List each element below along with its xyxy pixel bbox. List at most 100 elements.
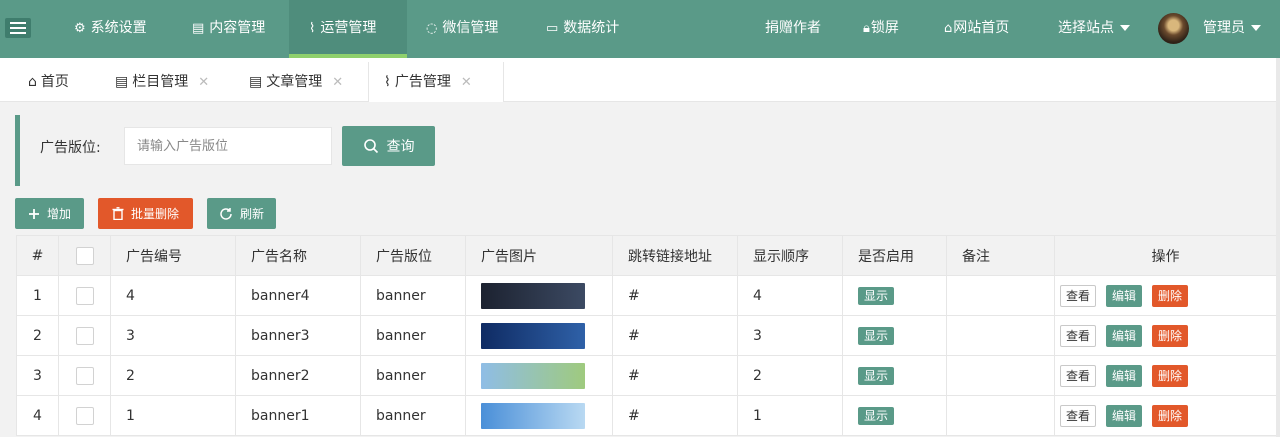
view-button[interactable]: 查看 xyxy=(1060,404,1097,427)
clipboard-icon: ▤ xyxy=(115,74,129,90)
ad-name: banner4 xyxy=(235,275,361,316)
lock-screen-button[interactable]: 🔒︎锁屏 xyxy=(863,0,899,58)
refresh-button[interactable]: 刷新 xyxy=(207,198,276,229)
col-ad-id: 广告编号 xyxy=(110,235,236,276)
site-select-dropdown[interactable]: 选择站点 xyxy=(1058,0,1130,58)
nav-item-content[interactable]: ▤ 内容管理 xyxy=(192,0,265,58)
ad-thumbnail[interactable] xyxy=(481,362,585,389)
row-checkbox-cell[interactable] xyxy=(58,355,111,396)
top-header: ⚙ 系统设置 ▤ 内容管理 ⌇ 运营管理 ◌ 微信管理 ▭ 数据统计 捐赠作者 🔒︎锁屏 … xyxy=(0,0,1280,58)
row-actions: 查看 编辑 删除 xyxy=(1054,275,1277,316)
tab-ad-management[interactable]: ⌇ 广告管理 ✕ xyxy=(368,62,504,102)
table-header-row: # 广告编号 广告名称 广告版位 广告图片 跳转链接地址 显示顺序 是否启用 备… xyxy=(16,235,1277,276)
ad-link: # xyxy=(612,275,738,316)
chart-icon: ▭ xyxy=(546,21,559,36)
nav-item-wechat[interactable]: ◌ 微信管理 xyxy=(426,0,498,58)
plus-icon xyxy=(28,208,39,219)
ad-name: banner3 xyxy=(235,315,361,356)
ad-thumbnail[interactable] xyxy=(481,402,585,429)
ad-image-cell xyxy=(465,275,613,316)
row-checkbox-cell[interactable] xyxy=(58,315,111,356)
ad-image-cell xyxy=(465,395,613,436)
ad-id: 4 xyxy=(110,275,236,316)
clipboard-icon: ▤ xyxy=(249,74,263,90)
ad-position-input[interactable] xyxy=(124,127,332,165)
ad-name: banner1 xyxy=(235,395,361,436)
nav-item-system-settings[interactable]: ⚙ 系统设置 xyxy=(74,0,147,58)
row-checkbox[interactable] xyxy=(75,286,94,305)
caret-down-icon xyxy=(1120,25,1130,31)
status-badge: 显示 xyxy=(858,326,895,345)
add-button[interactable]: 增加 xyxy=(15,198,84,229)
ad-enabled-cell: 显示 xyxy=(842,355,947,396)
menu-toggle-button[interactable] xyxy=(0,0,36,56)
pulse-icon: ⌇ xyxy=(309,21,316,36)
user-menu-dropdown[interactable]: 管理员 xyxy=(1203,0,1261,58)
edit-button[interactable]: 编辑 xyxy=(1106,404,1143,427)
close-icon[interactable]: ✕ xyxy=(198,75,209,90)
caret-down-icon xyxy=(1251,25,1261,31)
col-ad-name: 广告名称 xyxy=(235,235,361,276)
row-checkbox-cell[interactable] xyxy=(58,395,111,436)
trash-icon xyxy=(112,207,124,220)
delete-button[interactable]: 删除 xyxy=(1152,364,1189,387)
table-row: 1 4 banner4 banner # 4 显示 查看 编辑 删除 xyxy=(16,275,1277,316)
row-checkbox[interactable] xyxy=(75,366,94,385)
delete-button[interactable]: 删除 xyxy=(1152,404,1189,427)
delete-button[interactable]: 删除 xyxy=(1152,284,1189,307)
lock-icon: 🔒︎ xyxy=(863,21,870,36)
close-icon[interactable]: ✕ xyxy=(332,75,343,90)
edit-button[interactable]: 编辑 xyxy=(1106,364,1143,387)
nav-item-statistics[interactable]: ▭ 数据统计 xyxy=(546,0,619,58)
home-icon: ⌂ xyxy=(944,21,953,36)
view-button[interactable]: 查看 xyxy=(1060,284,1097,307)
ad-id: 3 xyxy=(110,315,236,356)
avatar[interactable] xyxy=(1158,13,1189,44)
search-icon xyxy=(363,139,378,154)
close-icon[interactable]: ✕ xyxy=(461,75,472,90)
view-button[interactable]: 查看 xyxy=(1060,324,1097,347)
col-link: 跳转链接地址 xyxy=(612,235,738,276)
row-checkbox[interactable] xyxy=(75,406,94,425)
col-actions: 操作 xyxy=(1054,235,1277,276)
page-scrollbar[interactable] xyxy=(1276,58,1280,437)
edit-button[interactable]: 编辑 xyxy=(1106,284,1143,307)
query-button[interactable]: 查询 xyxy=(342,126,435,166)
col-select-all[interactable] xyxy=(58,235,111,276)
ad-position: banner xyxy=(360,395,466,436)
tab-strip: ⌂ 首页 ▤ 栏目管理 ✕ ▤ 文章管理 ✕ ⌇ 广告管理 ✕ xyxy=(0,58,1280,102)
row-actions: 查看 编辑 删除 xyxy=(1054,355,1277,396)
tab-home[interactable]: ⌂ 首页 xyxy=(28,62,69,102)
ad-remark xyxy=(946,395,1055,436)
batch-delete-button[interactable]: 批量删除 xyxy=(98,198,193,229)
document-icon: ▤ xyxy=(192,21,205,36)
site-home-link[interactable]: ⌂网站首页 xyxy=(944,0,1009,58)
ad-id: 1 xyxy=(110,395,236,436)
select-all-checkbox[interactable] xyxy=(75,246,94,265)
ad-thumbnail[interactable] xyxy=(481,282,585,309)
ad-link: # xyxy=(612,315,738,356)
row-checkbox[interactable] xyxy=(75,326,94,345)
ad-enabled-cell: 显示 xyxy=(842,275,947,316)
view-button[interactable]: 查看 xyxy=(1060,364,1097,387)
ad-link: # xyxy=(612,395,738,436)
row-index: 4 xyxy=(16,395,59,436)
row-index: 3 xyxy=(16,355,59,396)
nav-item-operations[interactable]: ⌇ 运营管理 xyxy=(289,0,407,58)
donate-link[interactable]: 捐赠作者 xyxy=(765,0,821,58)
ad-image-cell xyxy=(465,355,613,396)
row-index: 1 xyxy=(16,275,59,316)
tab-article-management[interactable]: ▤ 文章管理 ✕ xyxy=(249,62,343,102)
ad-thumbnail[interactable] xyxy=(481,322,585,349)
row-checkbox-cell[interactable] xyxy=(58,275,111,316)
ad-position: banner xyxy=(360,275,466,316)
delete-button[interactable]: 删除 xyxy=(1152,324,1189,347)
home-icon: ⌂ xyxy=(28,74,37,90)
col-remark: 备注 xyxy=(946,235,1055,276)
ad-image-cell xyxy=(465,315,613,356)
row-actions: 查看 编辑 删除 xyxy=(1054,315,1277,356)
tab-column-management[interactable]: ▤ 栏目管理 ✕ xyxy=(115,62,209,102)
edit-button[interactable]: 编辑 xyxy=(1106,324,1143,347)
ad-order: 3 xyxy=(737,315,843,356)
row-actions: 查看 编辑 删除 xyxy=(1054,395,1277,436)
